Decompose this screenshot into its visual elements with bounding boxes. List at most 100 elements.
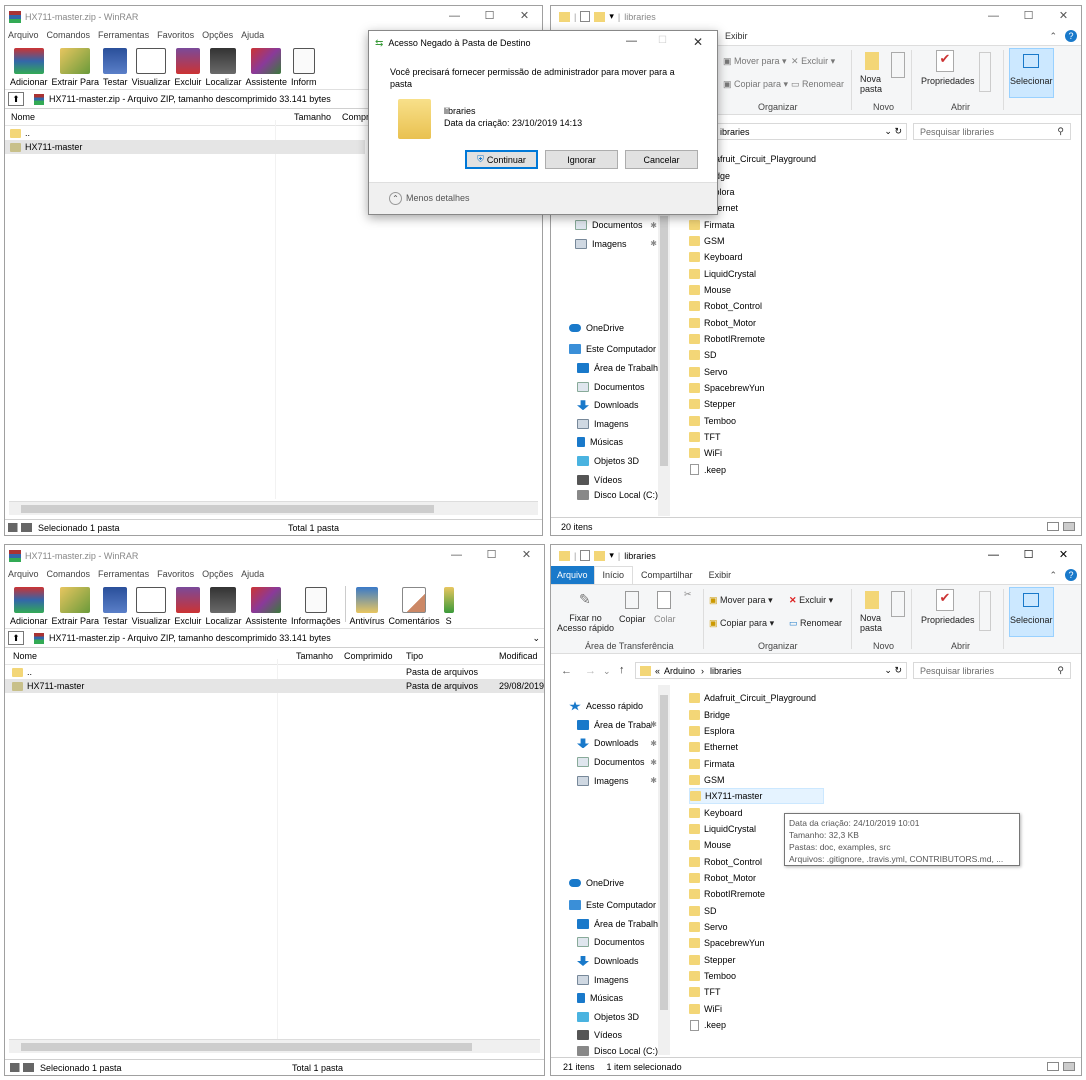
- nav-item[interactable]: Imagens: [569, 415, 661, 434]
- nav-item[interactable]: OneDrive: [569, 315, 661, 340]
- nav-item[interactable]: Músicas: [569, 989, 661, 1008]
- view-button[interactable]: Visualizar: [132, 587, 170, 626]
- nav-scrollbar[interactable]: [658, 685, 670, 1055]
- view-button[interactable]: Visualizar: [132, 48, 170, 87]
- col-compressed[interactable]: Compr: [342, 112, 369, 122]
- new-folder-button[interactable]: Nova pasta: [860, 74, 882, 94]
- nav-item[interactable]: Downloads ✱: [569, 734, 661, 753]
- col-modified[interactable]: Modificad: [499, 651, 538, 661]
- delete-button[interactable]: Excluir: [174, 48, 201, 87]
- new-item-icon[interactable]: [891, 52, 905, 78]
- nav-item[interactable]: Área de Trabalho: [569, 915, 661, 934]
- scroll-thumb[interactable]: [21, 505, 434, 513]
- address-dropdown-icon[interactable]: ⌄ ↻: [884, 126, 902, 137]
- search-input[interactable]: Pesquisar libraries ⚲: [913, 123, 1071, 140]
- menu-ajuda[interactable]: Ajuda: [241, 30, 264, 40]
- col-type[interactable]: Tipo: [406, 651, 423, 661]
- menu-favoritos[interactable]: Favoritos: [157, 30, 194, 40]
- list-item[interactable]: SD: [689, 347, 889, 363]
- nav-item[interactable]: Documentos: [569, 377, 661, 396]
- horizontal-scrollbar[interactable]: [9, 501, 538, 515]
- find-button[interactable]: Localizar: [205, 587, 241, 626]
- delete-button[interactable]: ✕ Excluir ▾: [789, 595, 833, 606]
- comment-button[interactable]: Comentários: [389, 587, 440, 626]
- list-item[interactable]: Servo: [689, 919, 889, 935]
- list-item[interactable]: .keep: [689, 462, 889, 478]
- tab-inicio[interactable]: Início: [593, 566, 634, 584]
- copy-to-button[interactable]: ▣ Copiar para ▾: [709, 618, 774, 629]
- scroll-thumb[interactable]: [21, 1043, 473, 1051]
- list-item[interactable]: Ethernet: [689, 739, 889, 755]
- up-folder-button[interactable]: ⬆: [8, 631, 24, 645]
- wizard-button[interactable]: Assistente: [245, 587, 287, 626]
- breadcrumb-overflow[interactable]: «: [655, 666, 660, 676]
- maximize-button[interactable]: ☐: [1011, 6, 1046, 27]
- menu-arquivo[interactable]: Arquivo: [8, 30, 39, 40]
- list-item[interactable]: LiquidCrystal: [689, 265, 889, 281]
- copy-to-button[interactable]: ▣ Copiar para ▾: [723, 79, 788, 90]
- properties-button[interactable]: Propriedades: [921, 615, 975, 625]
- details-toggle[interactable]: ⌃ Menos detalhes: [389, 192, 470, 205]
- list-item[interactable]: Temboo: [689, 413, 889, 429]
- collapse-ribbon-icon[interactable]: ⌃: [1041, 31, 1065, 42]
- open-icons[interactable]: [979, 591, 991, 631]
- minimize-button[interactable]: —: [976, 6, 1011, 27]
- nav-item[interactable]: Downloads: [569, 396, 661, 415]
- breadcrumb-libraries[interactable]: libraries: [710, 666, 742, 676]
- help-icon[interactable]: ?: [1065, 30, 1077, 42]
- nav-item[interactable]: Documentos: [569, 933, 661, 952]
- nav-item[interactable]: Área de Trabalho: [569, 359, 661, 378]
- list-item[interactable]: Robot_Motor: [689, 314, 889, 330]
- list-item[interactable]: HX711-master Pasta de arquivos 29/08/2019: [5, 679, 544, 693]
- list-item[interactable]: Stepper: [689, 952, 889, 968]
- back-button[interactable]: ←: [561, 665, 572, 677]
- collapse-ribbon-icon[interactable]: ⌃: [1041, 570, 1065, 581]
- list-item-hovered[interactable]: HX711-master: [689, 788, 824, 805]
- maximize-button[interactable]: ☐: [472, 6, 507, 27]
- list-item[interactable]: .keep: [689, 1017, 889, 1033]
- menu-ferramentas[interactable]: Ferramentas: [98, 569, 149, 579]
- list-item[interactable]: RobotIRremote: [689, 886, 889, 902]
- list-item[interactable]: TFT: [689, 984, 889, 1000]
- list-item[interactable]: Firmata: [689, 216, 889, 232]
- menu-opcoes[interactable]: Opções: [202, 30, 233, 40]
- col-name[interactable]: Nome: [13, 651, 37, 661]
- nav-item[interactable]: Downloads: [569, 952, 661, 971]
- maximize-button[interactable]: ☐: [1011, 545, 1046, 566]
- add-button[interactable]: Adicionar: [10, 587, 48, 626]
- up-button[interactable]: ↑: [619, 664, 625, 676]
- open-icons[interactable]: [979, 52, 991, 92]
- horizontal-scrollbar[interactable]: [9, 1039, 540, 1053]
- find-button[interactable]: Localizar: [205, 48, 241, 87]
- view-tiles-icon[interactable]: [1063, 522, 1075, 531]
- list-item[interactable]: HX711-master: [5, 140, 365, 154]
- dropdown-icon[interactable]: ▾: [609, 550, 614, 561]
- close-button[interactable]: ✕: [509, 545, 544, 566]
- address-box[interactable]: « Arduino › libraries ⌄ ↻: [635, 662, 907, 679]
- test-button[interactable]: Testar: [103, 587, 128, 626]
- properties-button[interactable]: Propriedades: [921, 76, 975, 86]
- breadcrumb-arduino[interactable]: Arduino: [664, 666, 695, 676]
- list-item[interactable]: Servo: [689, 363, 889, 379]
- tab-exibir[interactable]: Exibir: [717, 31, 756, 41]
- menu-ferramentas[interactable]: Ferramentas: [98, 30, 149, 40]
- list-item[interactable]: Bridge: [689, 167, 889, 183]
- newfolder-quick-icon[interactable]: [594, 11, 606, 22]
- list-item[interactable]: Temboo: [689, 968, 889, 984]
- nav-item-quick-access[interactable]: Acesso rápido: [569, 697, 661, 716]
- search-input[interactable]: Pesquisar libraries ⚲: [913, 662, 1071, 679]
- col-compressed[interactable]: Comprimido: [344, 651, 393, 661]
- move-to-button[interactable]: ▣ Mover para ▾: [723, 56, 787, 67]
- sfx-button[interactable]: S: [443, 587, 454, 626]
- close-button[interactable]: ✕: [1046, 6, 1081, 27]
- delete-button[interactable]: Excluir: [174, 587, 201, 626]
- nav-scrollbar[interactable]: [658, 206, 670, 516]
- cancel-button[interactable]: Cancelar: [625, 150, 698, 169]
- view-details-icon[interactable]: [1047, 1062, 1059, 1071]
- nav-item[interactable]: Disco Local (C:): [569, 489, 661, 501]
- nav-item[interactable]: Imagens ✱: [569, 771, 661, 790]
- minimize-button[interactable]: —: [437, 6, 472, 27]
- scroll-thumb[interactable]: [660, 695, 668, 1010]
- minimize-button[interactable]: —: [439, 545, 474, 566]
- nav-item[interactable]: Vídeos: [569, 470, 661, 489]
